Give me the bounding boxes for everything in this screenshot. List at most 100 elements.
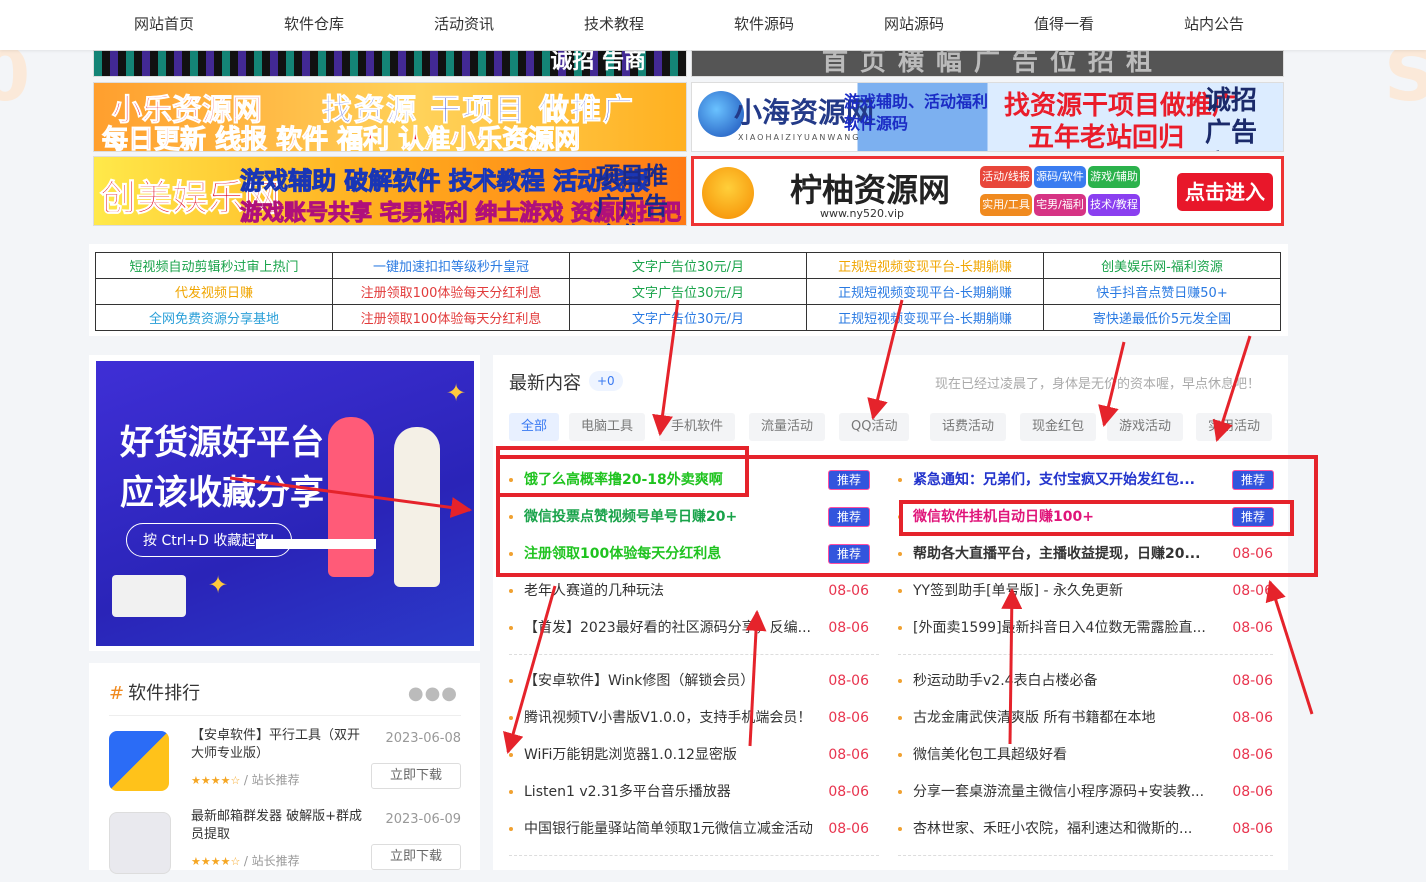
text-ad-link[interactable]: 文字广告位30元/月 xyxy=(569,252,807,279)
download-button[interactable]: 立即下载 xyxy=(371,844,461,870)
tab-6[interactable]: 现金红包 xyxy=(1020,413,1097,441)
list-item-title[interactable]: 微信美化包工具超级好看 xyxy=(913,744,1221,766)
promo-image[interactable]: ✦ ✦ 好货源好平台 应该收藏分享 按 Ctrl+D 收藏起来! xyxy=(96,361,474,646)
text-ad-link[interactable]: 文字广告位30元/月 xyxy=(569,278,807,305)
list-item[interactable]: 【首发】2023最好看的社区源码分享，反编... 08-06 xyxy=(509,617,869,639)
text-ad-link[interactable]: 快手抖音点赞日赚50+ xyxy=(1043,278,1281,305)
banner-chuangmei-line1: 游戏辅助 破解软件 技术教程 活动线报 xyxy=(239,167,650,196)
bullet-icon xyxy=(509,827,513,831)
app-thumbnail xyxy=(109,731,169,791)
text-ad-link[interactable]: 注册领取100体验每天分红利息 xyxy=(332,278,570,305)
ningyou-tag: 游戏/辅助 xyxy=(1088,166,1140,188)
list-item[interactable]: 腾讯视频TV小書版V1.0.0，支持手机端会员！ 08-06 xyxy=(509,707,869,729)
list-item-title[interactable]: Listen1 v2.31多平台音乐播放器 xyxy=(524,781,817,803)
nav-software[interactable]: 软件仓库 xyxy=(239,0,389,50)
list-item-title[interactable]: 【安卓软件】Wink修图（解锁会员） xyxy=(524,670,817,692)
bullet-icon xyxy=(509,679,513,683)
list-item[interactable]: 分享一套桌游流量主微信小程序源码+安装教... 08-06 xyxy=(898,781,1273,803)
list-item[interactable]: 杏林世家、禾旺小农院，福利速达和微斯的... 08-06 xyxy=(898,818,1273,840)
text-ad-link[interactable]: 正规短视频变现平台-长期躺赚 xyxy=(806,252,1044,279)
list-item[interactable]: [外面卖1599]最新抖音日入4位数无需露脸直... 08-06 xyxy=(898,617,1273,639)
text-ad-link[interactable]: 寄快递最低价5元发全国 xyxy=(1043,304,1281,331)
ranking-title: # 软件排行 xyxy=(109,679,200,705)
text-ad-link[interactable]: 文字广告位30元/月 xyxy=(569,304,807,331)
list-item-title[interactable]: 秒运动助手v2.4表白占楼必备 xyxy=(913,670,1221,692)
top-navigation: 网站首页 软件仓库 活动资讯 技术教程 软件源码 网站源码 值得一看 站内公告 xyxy=(0,0,1426,50)
nav-worth-seeing[interactable]: 值得一看 xyxy=(989,0,1139,50)
ranking-item[interactable]: 【安卓软件】平行工具（双开大师专业版） 2023-06-08 ★★★★☆ / 站… xyxy=(109,721,461,801)
ranking-item[interactable]: 最新邮箱群发器 破解版+群成员提取 2023-06-09 ★★★★☆ / 站长推… xyxy=(109,802,461,882)
banner-chuangmei[interactable]: 创美娱乐网 游戏辅助 破解软件 技术教程 活动线报 游戏账号共享 宅男福利 绅士… xyxy=(93,156,687,226)
list-item-title[interactable]: 腾讯视频TV小書版V1.0.0，支持手机端会员！ xyxy=(524,707,817,729)
nav-site-source[interactable]: 网站源码 xyxy=(839,0,989,50)
list-item[interactable]: Listen1 v2.31多平台音乐播放器 08-06 xyxy=(509,781,869,803)
list-item-date: 08-06 xyxy=(1232,673,1273,689)
text-ad-link[interactable]: 注册领取100体验每天分红利息 xyxy=(332,304,570,331)
text-ad-link[interactable]: 创美娱乐网-福利资源 xyxy=(1043,252,1281,279)
ningyou-tag: 实用/工具 xyxy=(980,194,1032,216)
list-item-date: 08-06 xyxy=(1232,710,1273,726)
bullet-icon xyxy=(898,626,902,630)
list-item[interactable]: 秒运动助手v2.4表白占楼必备 08-06 xyxy=(898,670,1273,692)
banner-top-left[interactable]: 诚招 告商 xyxy=(93,50,687,77)
tab-7[interactable]: 游戏活动 xyxy=(1107,413,1184,441)
list-item-title[interactable]: 中国银行能量驿站简单领取1元微信立减金活动 xyxy=(524,818,817,840)
bullet-icon xyxy=(509,790,513,794)
tab-1[interactable]: 电脑工具 xyxy=(569,413,646,441)
list-item[interactable]: 【安卓软件】Wink修图（解锁会员） 08-06 xyxy=(509,670,869,692)
tab-5[interactable]: 话费活动 xyxy=(930,413,1007,441)
ranking-item-name[interactable]: 【安卓软件】平行工具（双开大师专业版） xyxy=(191,727,371,763)
bullet-icon xyxy=(509,716,513,720)
banner-xiaohai[interactable]: 小海资源网 XIAOHAIZIYUANWANG 游戏辅助、活动福利 软件源码 找… xyxy=(691,82,1284,152)
list-item-title[interactable]: 【首发】2023最好看的社区源码分享，反编... xyxy=(524,617,817,639)
text-ad-link[interactable]: 代发视频日赚 xyxy=(95,278,333,305)
enter-button[interactable]: 点击进入 xyxy=(1177,173,1273,211)
text-ad-link[interactable]: 正规短视频变现平台-长期躺赚 xyxy=(806,278,1044,305)
ningyou-tag: 源码/软件 xyxy=(1034,166,1086,188)
tab-2[interactable]: 手机软件 xyxy=(659,413,736,441)
list-item[interactable]: 中国银行能量驿站简单领取1元微信立减金活动 08-06 xyxy=(509,818,869,840)
banner-xiaole[interactable]: 小乐资源网 找资源 干项目 做推广 每日更新 线报 软件 福利 认准小乐资源网 xyxy=(93,82,687,152)
tab-8[interactable]: 实用活动 xyxy=(1196,413,1273,441)
list-item-date: 08-06 xyxy=(1232,583,1273,599)
list-item-title[interactable]: 分享一套桌游流量主微信小程序源码+安装教... xyxy=(913,781,1221,803)
nav-home[interactable]: 网站首页 xyxy=(89,0,239,50)
list-item-date: 08-06 xyxy=(828,620,869,636)
list-item-title[interactable]: 杏林世家、禾旺小农院，福利速达和微斯的... xyxy=(913,818,1221,840)
banner-top-right-text: 首页横幅广告位招租 xyxy=(822,50,1165,77)
list-item[interactable]: 微信美化包工具超级好看 08-06 xyxy=(898,744,1273,766)
promo-line1: 好货源好平台 xyxy=(120,423,324,463)
list-item-title[interactable]: 古龙金庸武侠清爽版 所有书籍都在本地 xyxy=(913,707,1221,729)
list-item-title[interactable]: 老年人赛道的几种玩法 xyxy=(524,580,817,602)
nav-events[interactable]: 活动资讯 xyxy=(389,0,539,50)
bullet-icon xyxy=(898,716,902,720)
list-item-title[interactable]: YY签到助手[单号版] - 永久免更新 xyxy=(913,580,1221,602)
banner-xiaole-sub: 每日更新 线报 软件 福利 认准小乐资源网 xyxy=(101,125,581,152)
list-item-date: 08-06 xyxy=(828,583,869,599)
annotation-box xyxy=(899,500,1294,536)
list-item[interactable]: YY签到助手[单号版] - 永久免更新 08-06 xyxy=(898,580,1273,602)
list-item[interactable]: WiFi万能钥匙浏览器1.0.12显密版 08-06 xyxy=(509,744,869,766)
list-item-date: 08-06 xyxy=(1232,620,1273,636)
list-item[interactable]: 老年人赛道的几种玩法 08-06 xyxy=(509,580,869,602)
list-item-title[interactable]: WiFi万能钥匙浏览器1.0.12显密版 xyxy=(524,744,817,766)
download-button[interactable]: 立即下载 xyxy=(371,763,461,789)
banner-ningyou[interactable]: 柠柚资源网 www.ny520.vip 活动/线报 源码/软件 游戏/辅助实用/工具… xyxy=(691,156,1284,226)
list-item[interactable]: 古龙金庸武侠清爽版 所有书籍都在本地 08-06 xyxy=(898,707,1273,729)
text-ad-link[interactable]: 短视频自动剪辑秒过审上热门 xyxy=(95,252,333,279)
text-ad-link[interactable]: 全网免费资源分享基地 xyxy=(95,304,333,331)
list-item-date: 08-06 xyxy=(828,673,869,689)
tab-3[interactable]: 流量活动 xyxy=(749,413,826,441)
tab-0[interactable]: 全部 xyxy=(509,413,560,441)
desk-illustration xyxy=(256,539,376,549)
tab-4[interactable]: QQ活动 xyxy=(839,413,910,441)
nav-tutorials[interactable]: 技术教程 xyxy=(539,0,689,50)
text-ad-link[interactable]: 一键加速扣扣等级秒升皇冠 xyxy=(332,252,570,279)
nav-software-source[interactable]: 软件源码 xyxy=(689,0,839,50)
more-icon[interactable]: ●●● xyxy=(408,683,458,704)
text-ad-link[interactable]: 正规短视频变现平台-长期躺赚 xyxy=(806,304,1044,331)
nav-announcements[interactable]: 站内公告 xyxy=(1139,0,1289,50)
banner-top-right[interactable]: 首页横幅广告位招租 xyxy=(691,50,1284,77)
ranking-item-name[interactable]: 最新邮箱群发器 破解版+群成员提取 xyxy=(191,808,371,844)
list-item-title[interactable]: [外面卖1599]最新抖音日入4位数无需露脸直... xyxy=(913,617,1221,639)
